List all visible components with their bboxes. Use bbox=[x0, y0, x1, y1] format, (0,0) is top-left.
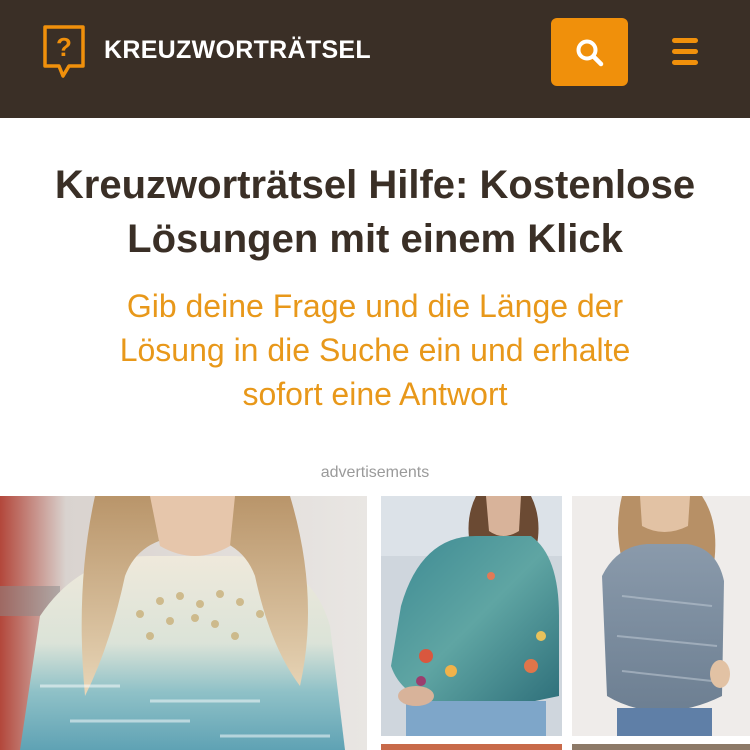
question-speech-bubble-icon[interactable]: ? bbox=[42, 24, 88, 80]
site-header: ? KREUZWORTRÄTSEL bbox=[0, 0, 750, 118]
search-button[interactable] bbox=[551, 18, 628, 86]
advertisement-label: advertisements bbox=[320, 464, 430, 481]
advertisement-banner[interactable] bbox=[0, 496, 750, 750]
hamburger-menu-icon[interactable] bbox=[672, 38, 700, 70]
search-icon bbox=[576, 39, 604, 67]
woman-floral-print-blouse-image[interactable] bbox=[381, 496, 562, 736]
woman-denim-tunic-image[interactable] bbox=[572, 496, 750, 736]
ad-thumbnail-strip bbox=[572, 744, 750, 750]
page-title: Kreuzworträtsel Hilfe: Kostenlose Lösung… bbox=[54, 163, 696, 261]
site-logo-text[interactable]: KREUZWORTRÄTSEL bbox=[104, 36, 371, 65]
page-subtitle: Gib deine Frage und die Länge der Lösung… bbox=[119, 288, 631, 412]
svg-text:?: ? bbox=[56, 32, 72, 62]
woman-sequin-blouse-image[interactable] bbox=[0, 496, 367, 750]
ad-thumbnail-strip bbox=[381, 744, 562, 750]
